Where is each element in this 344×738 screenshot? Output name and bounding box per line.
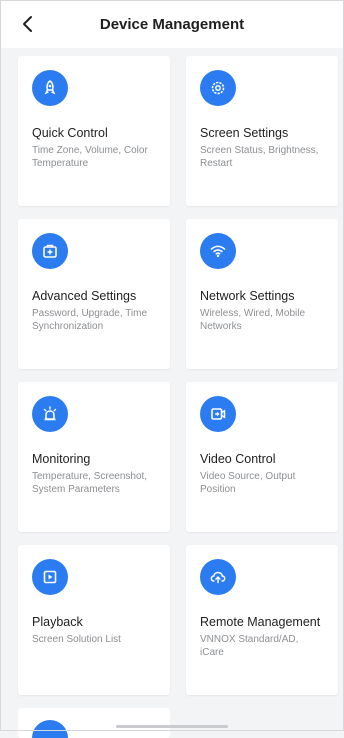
scroll-indicator: [116, 725, 228, 728]
card-monitoring[interactable]: Monitoring Temperature, Screenshot, Syst…: [18, 382, 170, 532]
card-title: Advanced Settings: [32, 289, 137, 303]
card-video-control[interactable]: Video Control Video Source, Output Posit…: [186, 382, 338, 532]
card-description: VNNOX Standard/AD, iCare: [200, 634, 299, 658]
wifi-icon: [200, 233, 236, 269]
card-description: Password, Upgrade, Time Synchronization: [32, 308, 148, 332]
card-title: Screen Settings: [200, 126, 289, 140]
app-header: Device Management: [0, 0, 344, 48]
card-description: Temperature, Screenshot, System Paramete…: [32, 471, 148, 495]
toolbox-plus-icon: [32, 233, 68, 269]
card-remote-management[interactable]: Remote Management VNNOX Standard/AD, iCa…: [186, 545, 338, 695]
card-description: Screen Solution List: [32, 634, 121, 645]
card-description: Video Source, Output Position: [200, 471, 296, 495]
card-title: Quick Control: [32, 126, 108, 140]
card-network-settings[interactable]: Network Settings Wireless, Wired, Mobile…: [186, 219, 338, 369]
card-title: Network Settings: [200, 289, 295, 303]
partial-icon: [32, 720, 68, 738]
card-advanced-settings[interactable]: Advanced Settings Password, Upgrade, Tim…: [18, 219, 170, 369]
chevron-left-icon: [23, 16, 32, 32]
card-screen-settings[interactable]: Screen Settings Screen Status, Brightnes…: [186, 56, 338, 206]
card-title: Video Control: [200, 452, 276, 466]
card-title: Playback: [32, 615, 83, 629]
rocket-icon: [32, 70, 68, 106]
card-quick-control[interactable]: Quick Control Time Zone, Volume, Color T…: [18, 56, 170, 206]
gear-icon: [200, 70, 236, 106]
page-title: Device Management: [99, 15, 245, 33]
play-box-icon: [32, 559, 68, 595]
card-description: Wireless, Wired, Mobile Networks: [200, 308, 306, 332]
card-partial-next[interactable]: [18, 708, 170, 738]
card-description: Time Zone, Volume, Color Temperature: [32, 145, 148, 169]
card-playback[interactable]: Playback Screen Solution List: [18, 545, 170, 695]
card-description: Screen Status, Brightness, Restart: [200, 145, 319, 169]
video-source-icon: [200, 396, 236, 432]
cloud-upload-icon: [200, 559, 236, 595]
card-title: Monitoring: [32, 452, 91, 466]
back-button[interactable]: [14, 10, 42, 38]
alarm-light-icon: [32, 396, 68, 432]
card-title: Remote Management: [200, 615, 321, 629]
